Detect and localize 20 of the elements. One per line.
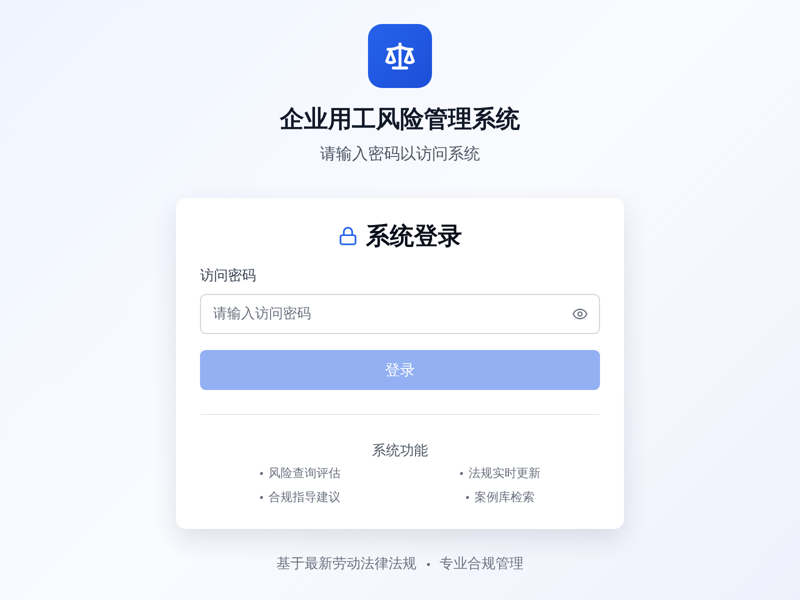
app-subtitle: 请输入密码以访问系统 xyxy=(320,143,480,165)
field-label: 访问密码 xyxy=(200,267,257,286)
eye-icon[interactable] xyxy=(572,306,588,322)
bullet-icon xyxy=(260,496,262,498)
features-title: 系统功能 xyxy=(371,442,429,461)
feature-item: 风险查询评估 xyxy=(268,465,340,482)
bullet-icon xyxy=(460,472,462,474)
lock-icon xyxy=(338,226,358,246)
feature-item: 合规指导建议 xyxy=(268,489,340,506)
card-title: 系统登录 xyxy=(366,221,462,252)
logo-icon xyxy=(368,24,432,88)
feature-item: 法规实时更新 xyxy=(468,465,540,482)
footer-text: 基于最新劳动法律法规 xyxy=(276,555,416,574)
bullet-icon xyxy=(466,496,468,498)
bullet-icon xyxy=(260,472,262,474)
app-title: 企业用工风险管理系统 xyxy=(280,104,520,135)
password-field[interactable]: 请输入访问密码 xyxy=(200,294,600,334)
footer-text: 专业合规管理 xyxy=(440,555,524,574)
feature-item: 案例库检索 xyxy=(474,489,534,506)
separator-icon xyxy=(426,562,430,566)
